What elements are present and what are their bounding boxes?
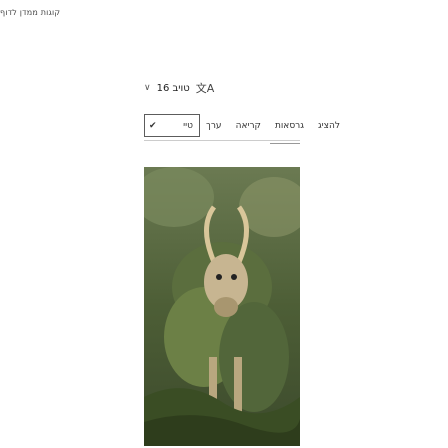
tab-list: ערך קריאה גרסאות להציג	[206, 113, 340, 139]
active-tab-underline	[270, 143, 300, 144]
check-icon: ✔	[149, 120, 157, 131]
language-selector[interactable]: ∨ טויב 16 文A	[144, 80, 214, 96]
breadcrumb-text: קוגות ממדן לדוף	[0, 8, 61, 17]
tabs-divider	[144, 140, 300, 141]
page-tabs: ✔ טיי ערך קריאה גרסאות להציג	[144, 113, 340, 139]
chevron-down-icon: ∨	[144, 83, 151, 93]
content-photo	[144, 167, 300, 446]
checkbox-tab-label: טיי	[183, 120, 193, 131]
checkbox-tab[interactable]: ✔ טיי	[144, 114, 200, 137]
language-label: טויב 16	[156, 82, 190, 94]
translate-icon: 文A	[195, 82, 215, 95]
tab-item[interactable]: קריאה	[236, 121, 261, 131]
tab-item[interactable]: ערך	[206, 121, 222, 131]
tab-item[interactable]: גרסאות	[275, 121, 304, 131]
tab-item[interactable]: להציג	[318, 121, 340, 131]
